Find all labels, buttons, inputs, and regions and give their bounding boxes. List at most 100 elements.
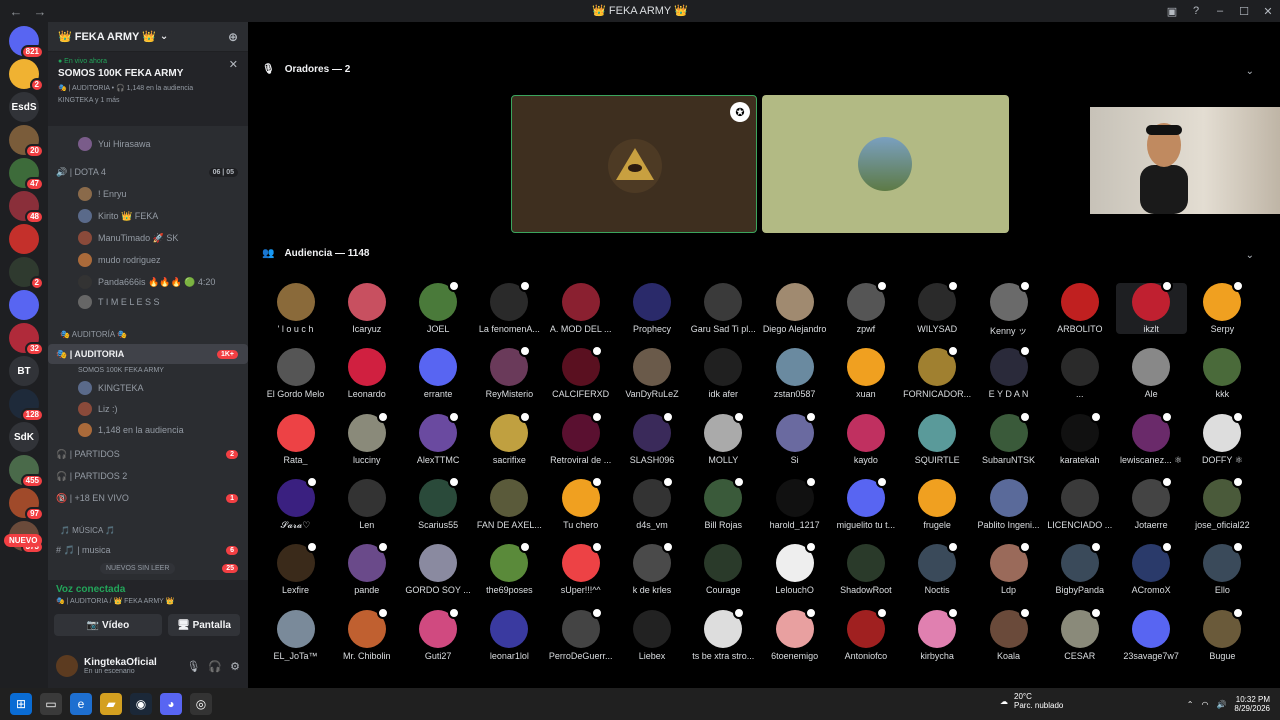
- close-icon[interactable]: ✕: [229, 58, 238, 71]
- audience-member[interactable]: EL_JoTa™: [260, 609, 331, 661]
- audience-member[interactable]: ARBOLITO: [1044, 283, 1115, 334]
- channel-item[interactable]: 🔞 | +18 EN VIVO 1: [48, 488, 248, 508]
- audience-member[interactable]: ReyMisterio: [474, 345, 545, 399]
- microphone-icon[interactable]: 🎙: [186, 660, 200, 673]
- audience-member[interactable]: kaydo: [830, 413, 901, 465]
- audience-member[interactable]: Jotaerre: [1116, 475, 1187, 530]
- close-button[interactable]: ✕: [1256, 5, 1280, 18]
- avatar[interactable]: [56, 655, 78, 677]
- audience-member[interactable]: A. MOD DEL ...: [545, 283, 616, 334]
- audience-member[interactable]: 23savage7w7: [1116, 609, 1187, 661]
- audience-member[interactable]: FORNICADOR...: [902, 345, 973, 399]
- audience-member[interactable]: CESAR: [1044, 606, 1115, 661]
- audience-member[interactable]: Pablito Ingeni...: [973, 478, 1044, 530]
- server-icon[interactable]: [9, 290, 39, 320]
- voice-user[interactable]: Panda666is 🔥🔥🔥 🟢 4:20: [48, 272, 248, 292]
- maximize-button[interactable]: ☐: [1232, 5, 1256, 18]
- audience-member[interactable]: Si: [759, 410, 830, 465]
- folder-icon[interactable]: ▰: [100, 693, 122, 715]
- audience-member[interactable]: ShadowRoot: [830, 544, 901, 595]
- channel-item[interactable]: 🔊 | DOTA 4 06 | 05: [48, 162, 248, 182]
- audience-member[interactable]: SubaruNTSK: [973, 410, 1044, 465]
- audience-member[interactable]: WILYSAD: [902, 280, 973, 334]
- server-icon[interactable]: 2: [9, 257, 44, 290]
- headphones-icon[interactable]: 🎧: [208, 660, 222, 673]
- audience-member[interactable]: lucciny: [331, 410, 402, 465]
- audience-member[interactable]: Antoniofco: [830, 606, 901, 661]
- audience-member[interactable]: La fenomenA...: [474, 280, 545, 334]
- help-icon[interactable]: ?: [1184, 5, 1208, 17]
- new-badge[interactable]: NUEVO: [4, 534, 43, 547]
- audience-member[interactable]: Prophecy: [617, 283, 688, 334]
- audience-member[interactable]: LelouchO: [759, 541, 830, 595]
- audience-member[interactable]: Tu chero: [545, 475, 616, 530]
- audience-member[interactable]: ...: [1044, 348, 1115, 399]
- audience-member[interactable]: Ale: [1116, 348, 1187, 399]
- server-icon[interactable]: 32: [9, 323, 44, 356]
- audience-member[interactable]: DOFFY ⚛: [1187, 410, 1258, 466]
- task-view-icon[interactable]: ▭: [40, 693, 62, 715]
- audience-member[interactable]: ' l o u c h: [260, 283, 331, 334]
- audience-member[interactable]: sUper!!!^^: [545, 541, 616, 595]
- audience-member[interactable]: Len: [331, 478, 402, 530]
- channel-item[interactable]: 🎧 | PARTIDOS 2: [48, 466, 248, 486]
- windows-start-icon[interactable]: ⊞: [10, 693, 32, 715]
- audience-member[interactable]: pande: [331, 541, 402, 595]
- voice-user[interactable]: 1,148 en la audiencia: [48, 420, 248, 440]
- audience-member[interactable]: Mr. Chibolin: [331, 606, 402, 661]
- audience-member[interactable]: MOLLY: [688, 410, 759, 465]
- audience-member[interactable]: miguelito tu t...: [830, 475, 901, 530]
- audience-member[interactable]: Noctis: [902, 541, 973, 595]
- voice-user[interactable]: ! Enryu: [48, 184, 248, 204]
- gear-icon[interactable]: ⚙: [230, 660, 240, 673]
- audience-member[interactable]: SQUIRTLE: [902, 413, 973, 465]
- screen-share-button[interactable]: 🖥 Pantalla: [168, 614, 240, 636]
- audience-member[interactable]: xuan: [830, 348, 901, 399]
- audience-member[interactable]: El Gordo Melo: [260, 348, 331, 399]
- voice-user[interactable]: Liz :): [48, 399, 248, 419]
- audience-member[interactable]: Guti27: [403, 606, 474, 661]
- edge-icon[interactable]: e: [70, 693, 92, 715]
- volume-icon[interactable]: 🔊: [1216, 700, 1226, 709]
- chevron-up-icon[interactable]: ⌃: [1187, 700, 1194, 709]
- audience-member[interactable]: Bill Rojas: [688, 475, 759, 530]
- audience-member[interactable]: ACromoX: [1116, 541, 1187, 595]
- channel-item[interactable]: # 🎵 | musica 6: [48, 540, 248, 560]
- audience-member[interactable]: Garu Sad Ti pl...: [688, 283, 759, 334]
- server-icon[interactable]: 48: [9, 191, 44, 224]
- inbox-icon[interactable]: ▣: [1160, 5, 1184, 18]
- video-button[interactable]: 📷 Vídeo: [54, 614, 162, 636]
- chevron-down-icon[interactable]: ⌄: [1246, 250, 1254, 261]
- audience-member[interactable]: AlexTTMC: [403, 410, 474, 465]
- audience-member[interactable]: leonar1lol: [474, 609, 545, 661]
- voice-user[interactable]: ManuTimado 🚀 SK: [48, 228, 248, 248]
- audience-member[interactable]: FAN DE AXEL...: [474, 478, 545, 530]
- chevron-down-icon[interactable]: ⌄: [1246, 66, 1254, 77]
- audience-member[interactable]: Rata_: [260, 413, 331, 465]
- audience-member[interactable]: Serpy: [1187, 280, 1258, 334]
- webcam-video[interactable]: [1090, 107, 1280, 214]
- category-header[interactable]: 🎵 MÚSICA 🎵: [48, 520, 248, 540]
- server-icon[interactable]: 455: [9, 455, 44, 488]
- live-stage-card[interactable]: ● En vivo ahora SOMOS 100K FEKA ARMY 🎭 |…: [48, 52, 248, 126]
- audience-member[interactable]: the69poses: [474, 541, 545, 595]
- voice-user[interactable]: mudo rodriguez: [48, 250, 248, 270]
- server-icon[interactable]: 821: [9, 26, 44, 59]
- speaker-tile[interactable]: ✪: [511, 95, 757, 233]
- audience-member[interactable]: Icaryuz: [331, 283, 402, 334]
- audience-member[interactable]: JOEL: [403, 280, 474, 334]
- discord-icon[interactable]: ◕: [160, 693, 182, 715]
- audience-member[interactable]: Scarius55: [403, 475, 474, 530]
- audience-member[interactable]: lewiscanez... ⚛: [1116, 410, 1187, 466]
- audience-member[interactable]: VanDyRuLeZ: [617, 348, 688, 399]
- guild-header[interactable]: 👑 FEKA ARMY 👑 ⌄ ⊕: [48, 22, 248, 52]
- audience-member[interactable]: frugele: [902, 478, 973, 530]
- audience-member[interactable]: sacrifixe: [474, 410, 545, 465]
- server-icon[interactable]: 2: [9, 59, 44, 92]
- audience-member[interactable]: Lexfire: [260, 541, 331, 595]
- steam-icon[interactable]: ◉: [130, 693, 152, 715]
- audience-member[interactable]: zstan0587: [759, 348, 830, 399]
- wifi-icon[interactable]: ◠: [1201, 700, 1208, 709]
- audience-member[interactable]: GORDO SOY ...: [403, 544, 474, 595]
- audience-member[interactable]: d4s_vm: [617, 475, 688, 530]
